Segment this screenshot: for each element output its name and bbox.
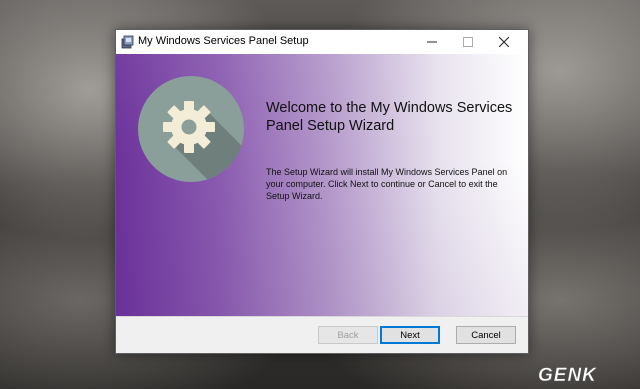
back-button[interactable]: Back bbox=[318, 326, 378, 344]
wizard-description: The Setup Wizard will install My Windows… bbox=[266, 167, 508, 201]
setup-window: My Windows Services Panel Setup Welcome … bbox=[115, 29, 529, 354]
button-bar: Back Next Cancel bbox=[116, 316, 528, 353]
installer-app-icon bbox=[121, 35, 134, 49]
cancel-button[interactable]: Cancel bbox=[456, 326, 516, 344]
genk-watermark-logo: GENK bbox=[538, 365, 597, 385]
maximize-button[interactable] bbox=[452, 30, 484, 54]
minimize-button[interactable] bbox=[416, 30, 448, 54]
title-bar[interactable]: My Windows Services Panel Setup bbox=[116, 30, 528, 54]
close-icon bbox=[499, 37, 509, 47]
window-title: My Windows Services Panel Setup bbox=[138, 35, 309, 47]
watermark-text: GENK bbox=[538, 365, 597, 385]
close-button[interactable] bbox=[488, 30, 520, 54]
next-button[interactable]: Next bbox=[380, 326, 440, 344]
wizard-banner: Welcome to the My Windows Services Panel… bbox=[116, 54, 528, 316]
wizard-heading: Welcome to the My Windows Services Panel… bbox=[266, 100, 513, 134]
minimize-icon bbox=[427, 41, 437, 43]
gear-icon bbox=[138, 76, 244, 182]
maximize-icon bbox=[463, 37, 473, 47]
